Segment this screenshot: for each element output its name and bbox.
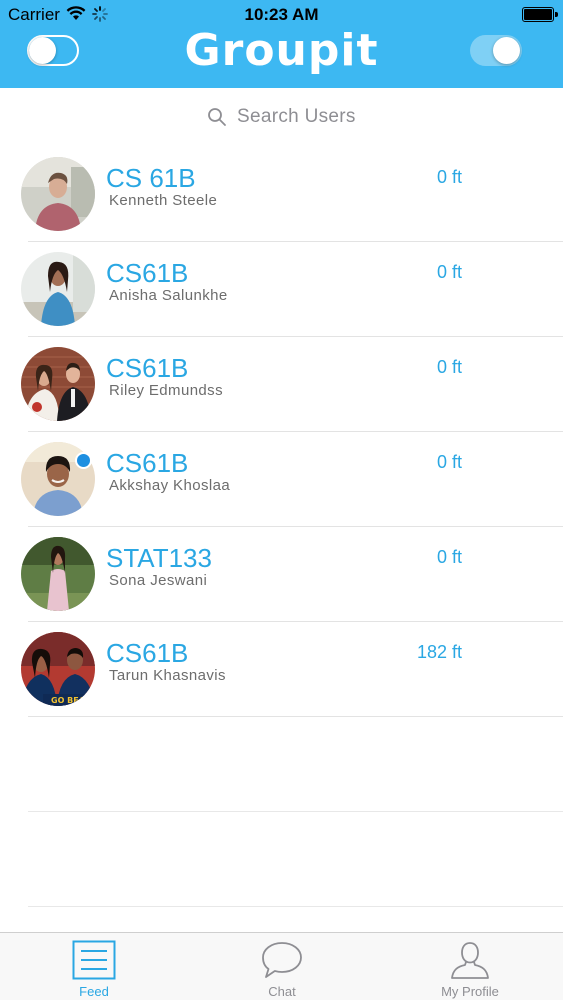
user-name: Akkshay Khoslaa (109, 477, 231, 494)
tab-feed[interactable]: Feed (0, 933, 188, 1000)
empty-list-row (0, 717, 563, 812)
avatar (21, 252, 95, 326)
avatar (21, 537, 95, 611)
tab-label: My Profile (441, 984, 499, 999)
distance-label: 0 ft (436, 262, 462, 282)
course-label: CS61B (106, 258, 189, 288)
app-header: Carrier 10:23 AM Groupit (0, 0, 563, 88)
course-label: STAT133 (106, 543, 212, 573)
toggle-knob (493, 37, 520, 64)
battery-icon (522, 7, 558, 22)
user-row[interactable]: CS61B Anisha Salunkhe 0 ft (0, 242, 563, 337)
chat-bubble-icon (260, 940, 304, 985)
row-divider (28, 906, 563, 907)
tab-chat[interactable]: Chat (188, 933, 376, 1000)
distance-label: 0 ft (436, 452, 462, 472)
user-name: Sona Jeswani (109, 572, 208, 589)
tab-label: Feed (79, 984, 109, 999)
user-name: Riley Edmundss (109, 382, 223, 399)
user-row[interactable]: CS61B Riley Edmundss 0 ft (0, 337, 563, 432)
user-list: CS 61B Kenneth Steele 0 ft CS61B Anisha … (0, 147, 563, 907)
user-row[interactable]: STAT133 Sona Jeswani 0 ft (0, 527, 563, 622)
online-status-dot (75, 452, 92, 469)
tab-bar: Feed Chat My Profile (0, 932, 563, 1000)
search-icon (207, 107, 227, 132)
feed-list-icon (72, 940, 116, 985)
search-placeholder: Search Users (237, 106, 356, 127)
status-time: 10:23 AM (244, 5, 319, 24)
course-label: CS61B (106, 448, 189, 478)
user-name: Tarun Khasnavis (109, 667, 226, 684)
avatar (21, 157, 95, 231)
user-name: Anisha Salunkhe (109, 287, 228, 304)
course-label: CS61B (106, 638, 189, 668)
profile-person-icon (448, 940, 492, 985)
distance-label: 182 ft (416, 642, 462, 662)
course-label: CS 61B (106, 163, 196, 193)
tab-label: Chat (268, 984, 296, 999)
distance-label: 0 ft (436, 547, 462, 567)
distance-label: 0 ft (436, 357, 462, 377)
search-bar[interactable]: Search Users (0, 100, 563, 134)
user-row[interactable]: GO BEARS CS61B Tarun Khasnavis 182 ft (0, 622, 563, 717)
svg-text:GO BEARS: GO BEARS (51, 696, 95, 705)
avatar (21, 347, 95, 421)
empty-list-row (0, 812, 563, 907)
user-name: Kenneth Steele (109, 192, 218, 209)
distance-label: 0 ft (436, 167, 462, 187)
tab-my-profile[interactable]: My Profile (376, 933, 563, 1000)
user-row[interactable]: CS61B Akkshay Khoslaa 0 ft (0, 432, 563, 527)
avatar: GO BEARS (21, 632, 95, 706)
user-row[interactable]: CS 61B Kenneth Steele 0 ft (0, 147, 563, 242)
right-toggle-switch[interactable] (470, 35, 522, 66)
course-label: CS61B (106, 353, 189, 383)
